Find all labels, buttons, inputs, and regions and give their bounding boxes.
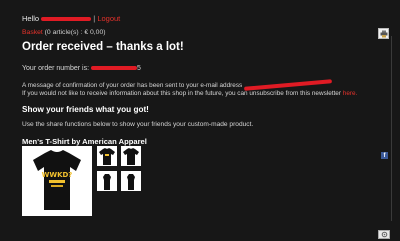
gear-icon[interactable] [378,230,390,239]
product-thumbnail-right[interactable] [121,171,141,191]
facebook-icon[interactable]: f [381,152,388,159]
greeting: Hello | Logout [22,14,121,23]
logout-link[interactable]: Logout [97,14,120,23]
share-text: Use the share functions below to show yo… [22,121,254,128]
product-title: Men's T-Shirt by American Apparel [22,137,147,146]
right-divider [391,36,392,221]
product-thumbnail-back[interactable] [121,146,141,166]
hello-label: Hello [22,14,40,23]
newsletter-message: If you would not like to receive informa… [22,89,358,97]
order-number: Your order number is: 5 [22,65,141,72]
order-confirmation-page: Hello | Logout Basket (0 article(s) : € … [0,0,400,241]
unsubscribe-link[interactable]: here. [343,90,358,97]
product-thumbnail-left[interactable] [97,171,117,191]
confirmation-message: A message of confirmation of your order … [22,79,333,92]
product-image[interactable]: WWKD? [22,146,92,216]
basket-link[interactable]: Basket [22,29,43,36]
basket-count: (0 article(s) : € 0,00) [44,29,106,36]
redacted-username [41,17,92,22]
page-title: Order received – thanks a lot! [22,41,184,53]
shirt-print-text: WWKD? [42,171,73,179]
redacted-order-number [91,66,138,71]
print-icon[interactable] [378,28,389,39]
share-heading: Show your friends what you got! [22,105,149,114]
product-thumbnail-front[interactable] [97,146,117,166]
basket-summary: Basket (0 article(s) : € 0,00) [22,29,106,36]
